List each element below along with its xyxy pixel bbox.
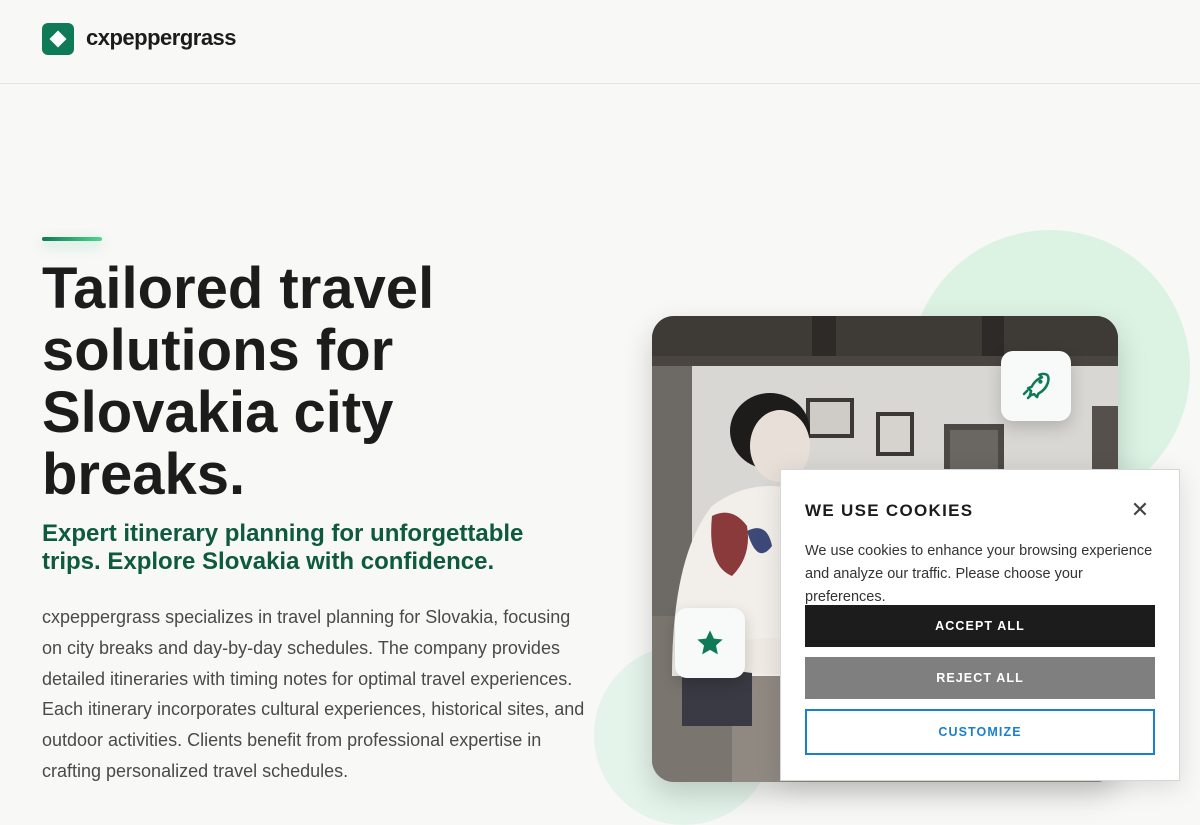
star-badge [675, 608, 745, 678]
customize-button[interactable]: CUSTOMIZE [805, 709, 1155, 755]
cookie-banner: WE USE COOKIES ✕ We use cookies to enhan… [780, 469, 1180, 781]
accent-line [42, 237, 102, 241]
hero-title: Tailored travel solutions for Slovakia c… [42, 256, 435, 507]
hero-subtitle: Expert itinerary planning for unforgetta… [42, 520, 524, 575]
cookie-description: We use cookies to enhance your browsing … [805, 543, 1153, 605]
hero-description: cxpeppergrass specializes in travel plan… [42, 607, 585, 781]
rocket-badge [1001, 351, 1071, 421]
star-icon [697, 630, 723, 655]
rocket-icon [1022, 372, 1050, 400]
reject-all-button[interactable]: REJECT ALL [805, 657, 1155, 699]
cookie-title: WE USE COOKIES [805, 501, 974, 520]
accept-all-button[interactable]: ACCEPT ALL [805, 605, 1155, 647]
brand-name[interactable]: cxpeppergrass [86, 25, 237, 51]
close-icon[interactable]: ✕ [1127, 498, 1153, 524]
brand-logo-icon[interactable] [42, 23, 74, 55]
site-header: cxpeppergrass [0, 0, 1200, 84]
